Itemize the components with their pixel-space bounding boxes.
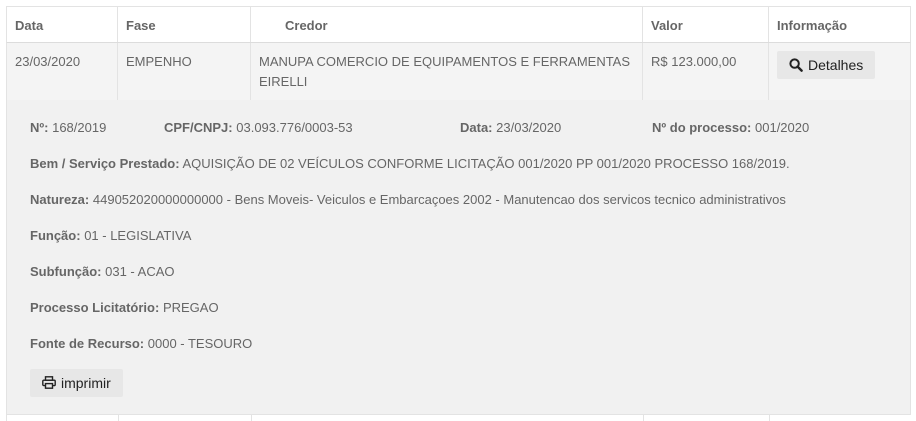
expenses-table: Data Fase Credor Valor Informação 23/03/… <box>6 6 911 421</box>
table-header: Data Fase Credor Valor Informação <box>6 6 911 43</box>
numero-field: Nº: 168/2019 <box>30 120 106 135</box>
bem-field: Bem / Serviço Prestado: AQUISIÇÃO DE 02 … <box>30 156 790 171</box>
natureza-label: Natureza: <box>30 192 90 207</box>
funcao-label: Função: <box>30 228 81 243</box>
processo-field: Nº do processo: 001/2020 <box>652 120 809 135</box>
fonte-value: 0000 - TESOURO <box>147 336 253 351</box>
column-divider <box>118 415 119 421</box>
fonte-label: Fonte de Recurso: <box>30 336 145 351</box>
fonte-field: Fonte de Recurso: 0000 - TESOURO <box>30 336 252 351</box>
cpf-label: CPF/CNPJ: <box>164 120 233 135</box>
numero-value: 168/2019 <box>52 120 107 135</box>
funcao-value: 01 - LEGISLATIVA <box>84 228 192 243</box>
processo-label: Nº do processo: <box>652 120 752 135</box>
details-panel: Nº: 168/2019 CPF/CNPJ: 03.093.776/0003-5… <box>6 100 911 414</box>
next-table-row <box>6 414 911 421</box>
header-fase: Fase <box>118 7 251 42</box>
table-row: 23/03/2020 EMPENHO MANUPA COMERCIO DE EQ… <box>6 43 911 100</box>
funcao-field: Função: 01 - LEGISLATIVA <box>30 228 191 243</box>
cell-fase: EMPENHO <box>118 43 251 100</box>
subfuncao-value: 031 - ACAO <box>105 264 175 279</box>
column-divider <box>769 415 770 421</box>
search-icon <box>789 57 803 72</box>
licitatorio-value: PREGAO <box>162 300 219 315</box>
subfuncao-label: Subfunção: <box>30 264 102 279</box>
details-button[interactable]: Detalhes <box>777 51 876 79</box>
bem-value: AQUISIÇÃO DE 02 VEÍCULOS CONFORME LICITA… <box>182 156 790 171</box>
cell-credor: MANUPA COMERCIO DE EQUIPAMENTOS E FERRAM… <box>251 43 643 100</box>
data-field: Data: 23/03/2020 <box>460 120 561 135</box>
licitatorio-field: Processo Licitatório: PREGAO <box>30 300 219 315</box>
column-divider <box>251 415 252 421</box>
printer-icon <box>42 376 56 389</box>
licitatorio-label: Processo Licitatório: <box>30 300 160 315</box>
subfuncao-field: Subfunção: 031 - ACAO <box>30 264 175 279</box>
print-button[interactable]: imprimir <box>30 369 123 397</box>
cell-informacao: Detalhes <box>769 43 912 100</box>
cpf-value: 03.093.776/0003-53 <box>236 120 353 135</box>
header-credor: Credor <box>251 7 643 42</box>
cell-data: 23/03/2020 <box>7 43 118 100</box>
data-label: Data: <box>460 120 493 135</box>
header-informacao: Informação <box>777 18 848 33</box>
natureza-field: Natureza: 449052020000000000 - Bens Move… <box>30 192 786 207</box>
bem-label: Bem / Serviço Prestado: <box>30 156 180 171</box>
header-valor: Valor <box>643 7 769 42</box>
data-value: 23/03/2020 <box>496 120 562 135</box>
cell-valor: R$ 123.000,00 <box>643 43 769 100</box>
header-data: Data <box>7 7 118 42</box>
detail-summary-line: Nº: 168/2019 CPF/CNPJ: 03.093.776/0003-5… <box>30 120 890 138</box>
cpf-field: CPF/CNPJ: 03.093.776/0003-53 <box>164 120 353 135</box>
column-divider <box>643 415 644 421</box>
print-button-label: imprimir <box>61 374 111 391</box>
processo-value: 001/2020 <box>755 120 810 135</box>
numero-label: Nº: <box>30 120 49 135</box>
details-button-label: Detalhes <box>808 56 864 73</box>
natureza-value: 449052020000000000 - Bens Moveis- Veicul… <box>92 192 786 207</box>
